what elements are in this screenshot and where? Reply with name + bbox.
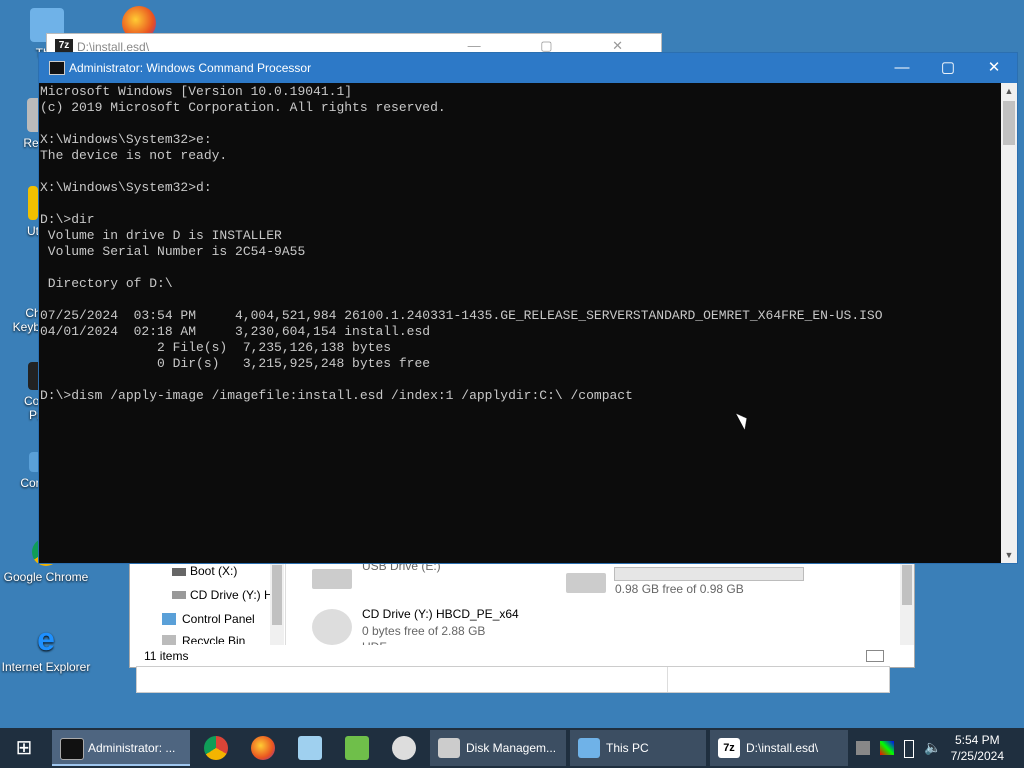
network-icon[interactable] bbox=[856, 741, 870, 755]
minimize-button[interactable]: — bbox=[879, 53, 925, 83]
color-icon[interactable] bbox=[880, 741, 894, 755]
this-pc-icon bbox=[578, 738, 600, 758]
notepad-pinned-icon[interactable] bbox=[298, 736, 322, 760]
internet-explorer-icon: e bbox=[37, 621, 55, 657]
console-line: D:\>dism /apply-image /imagefile:install… bbox=[40, 388, 633, 403]
chart-app-pinned-icon[interactable] bbox=[345, 736, 369, 760]
cmd-titlebar[interactable]: Administrator: Windows Command Processor… bbox=[39, 53, 1017, 83]
details-view-icon[interactable] bbox=[866, 650, 884, 662]
scroll-thumb[interactable] bbox=[902, 565, 912, 605]
console-line: X:\Windows\System32>d: bbox=[40, 180, 212, 195]
console-line: Volume Serial Number is 2C54-9A55 bbox=[40, 244, 306, 259]
ie-desktop-icon[interactable]: e Internet Explorer bbox=[1, 622, 91, 674]
close-button[interactable]: ✕ bbox=[971, 53, 1017, 83]
console-line: 0 Dir(s) 3,215,925,248 bytes free bbox=[40, 356, 431, 371]
nav-item-recycle-bin[interactable]: Recycle Bin bbox=[182, 634, 245, 644]
nav-scrollbar[interactable] bbox=[270, 563, 284, 645]
cmd-window[interactable]: Administrator: Windows Command Processor… bbox=[38, 52, 1018, 564]
7zip-icon: 7z bbox=[718, 738, 740, 758]
cmd-window-icon bbox=[49, 61, 65, 75]
disk-management-icon bbox=[438, 738, 460, 758]
control-panel-icon bbox=[162, 613, 176, 625]
taskbar-7zip[interactable]: 7z D:\install.esd\ bbox=[710, 730, 848, 766]
taskbar: ⊞ Administrator: ... Disk Managem... Thi… bbox=[0, 728, 1024, 768]
cd-drive-icon bbox=[172, 591, 186, 599]
drive-free-text: 0.98 GB free of 0.98 GB bbox=[615, 582, 744, 596]
console-line: Directory of D:\ bbox=[40, 276, 173, 291]
status-item-count: 11 items bbox=[144, 649, 189, 663]
start-button[interactable]: ⊞ bbox=[0, 728, 48, 768]
cd-drive-free: 0 bytes free of 2.88 GB bbox=[362, 624, 486, 638]
taskbar-disk-management[interactable]: Disk Managem... bbox=[430, 730, 566, 766]
usb-drive-icon bbox=[312, 569, 352, 589]
maximize-button[interactable]: ▢ bbox=[925, 53, 971, 83]
console-line: The device is not ready. bbox=[40, 148, 228, 163]
console-output[interactable]: Microsoft Windows [Version 10.0.19041.1]… bbox=[40, 84, 998, 562]
taskbar-clock[interactable]: 5:54 PM 7/25/2024 bbox=[951, 732, 1004, 764]
content-scrollbar[interactable] bbox=[900, 563, 914, 645]
cmd-scrollbar[interactable]: ▲ ▼ bbox=[1001, 83, 1017, 563]
explorer-lower-panel bbox=[136, 666, 890, 693]
usb-eject-icon[interactable] bbox=[904, 740, 914, 758]
clock-date: 7/25/2024 bbox=[950, 749, 1004, 763]
taskbar-this-pc[interactable]: This PC bbox=[570, 730, 706, 766]
drive-icon bbox=[566, 573, 606, 593]
explorer-nav-pane: Boot (X:) CD Drive (Y:) H Control Panel … bbox=[130, 563, 286, 645]
drive-usage-bar bbox=[614, 567, 804, 581]
cmd-window-title: Administrator: Windows Command Processor bbox=[69, 61, 312, 75]
cd-drive-icon bbox=[312, 609, 352, 645]
console-line: 2 File(s) 7,235,126,138 bytes bbox=[40, 340, 392, 355]
paint-pinned-icon[interactable] bbox=[392, 736, 416, 760]
folder-icon bbox=[28, 186, 38, 220]
volume-muted-icon[interactable]: 🔈 bbox=[924, 739, 941, 756]
console-line: Microsoft Windows [Version 10.0.19041.1] bbox=[40, 84, 353, 99]
console-line: X:\Windows\System32>e: bbox=[40, 132, 212, 147]
scroll-thumb[interactable] bbox=[272, 565, 282, 625]
scroll-down-arrow-icon[interactable]: ▼ bbox=[1001, 547, 1017, 563]
clock-time: 5:54 PM bbox=[954, 733, 1000, 747]
scroll-up-arrow-icon[interactable]: ▲ bbox=[1001, 83, 1017, 99]
chrome-pinned-icon[interactable] bbox=[204, 736, 228, 760]
cmd-icon bbox=[60, 738, 84, 760]
cd-drive-fs: UDF bbox=[362, 640, 387, 645]
drive-icon bbox=[172, 568, 186, 576]
nav-item-cd-drive[interactable]: CD Drive (Y:) H bbox=[190, 588, 273, 602]
cd-drive-label[interactable]: CD Drive (Y:) HBCD_PE_x64 bbox=[362, 607, 519, 621]
7zip-icon: 7z bbox=[55, 39, 73, 53]
console-line: Volume in drive D is INSTALLER bbox=[40, 228, 282, 243]
firefox-pinned-icon[interactable] bbox=[251, 736, 275, 760]
nav-item-boot[interactable]: Boot (X:) bbox=[190, 564, 237, 578]
recycle-bin-icon bbox=[162, 635, 176, 645]
console-line: 04/01/2024 02:18 AM 3,230,604,154 instal… bbox=[40, 324, 431, 339]
nav-item-control-panel[interactable]: Control Panel bbox=[182, 612, 255, 626]
taskbar-cmd[interactable]: Administrator: ... bbox=[52, 730, 190, 766]
scroll-thumb[interactable] bbox=[1003, 101, 1015, 145]
panel-divider bbox=[667, 667, 668, 692]
console-line: D:\>dir bbox=[40, 212, 95, 227]
console-line: 07/25/2024 03:54 PM 4,004,521,984 26100.… bbox=[40, 308, 883, 323]
console-line: (c) 2019 Microsoft Corporation. All righ… bbox=[40, 100, 446, 115]
view-toggle-icons[interactable] bbox=[866, 649, 906, 680]
